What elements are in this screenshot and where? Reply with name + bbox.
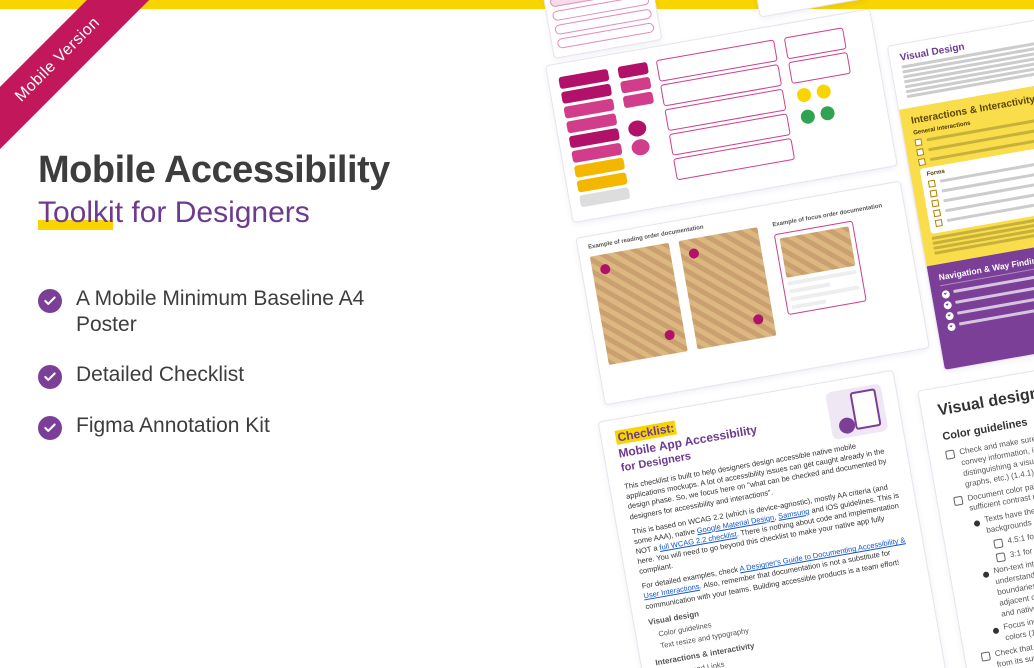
checkbox-icon [953,495,963,505]
feature-label: Figma Annotation Kit [76,413,270,439]
checkbox-icon [981,651,991,661]
focus-order-mini [774,220,867,315]
feature-label: A Mobile Minimum Baseline A4 Poster [76,286,366,339]
checkbox-icon [945,450,955,460]
hero: Mobile Accessibility Toolkit for Designe… [38,150,458,464]
check-icon [38,416,62,440]
hero-title: Mobile Accessibility [38,150,458,192]
feature-list: A Mobile Minimum Baseline A4 Poster Deta… [38,286,458,441]
check-icon [38,289,62,313]
feature-item: A Mobile Minimum Baseline A4 Poster [38,286,458,339]
preview-collage: Cheesy Crust Duo Pizzas Cheesy Crust Duo… [450,0,1034,668]
checklist-illustration [825,383,888,440]
reading-order-thumb [678,227,776,349]
reading-order-thumb [590,243,688,365]
feature-item: Figma Annotation Kit [38,413,458,440]
check-icon [38,365,62,389]
hero-subtitle: Toolkit for Designers [38,196,310,230]
version-ribbon-label: Mobile Version [12,14,104,106]
version-ribbon: Mobile Version [0,0,165,167]
feature-label: Detailed Checklist [76,362,244,388]
feature-item: Detailed Checklist [38,362,458,389]
checklist-doc-preview: Checklist: Mobile App Accessibility for … [598,370,949,668]
